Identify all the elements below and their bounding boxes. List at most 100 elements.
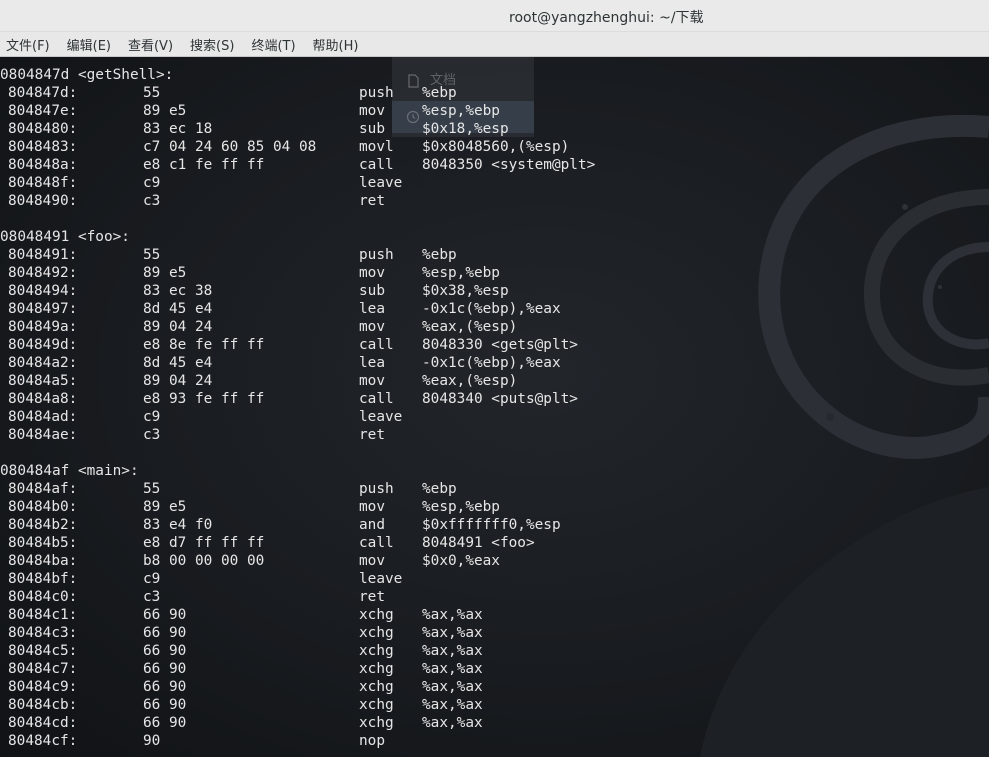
instruction-line: 80484cf: 90 nop xyxy=(0,732,989,750)
instruction-address: 80484ad: xyxy=(8,409,78,425)
instruction-line: 80484a8: e8 93 fe ff ff call 8048340 <puts@… xyxy=(0,390,989,408)
instruction-bytes: 66 90 xyxy=(143,697,187,713)
instruction-address: 80484c5: xyxy=(8,643,78,659)
instruction-mnemonic: and xyxy=(359,517,385,533)
instruction-bytes: e8 d7 ff ff ff xyxy=(143,535,265,551)
instruction-bytes: c3 xyxy=(143,589,161,605)
instruction-bytes: e8 93 fe ff ff xyxy=(143,391,265,407)
instruction-operands: %eax,(%esp) xyxy=(422,319,518,335)
instruction-bytes: 83 ec 18 xyxy=(143,121,213,137)
title-bar[interactable]: root@yangzhenghui: ~/下载 xyxy=(0,0,989,32)
instruction-address: 804848a: xyxy=(8,157,78,173)
instruction-address: 80484c0: xyxy=(8,589,78,605)
instruction-mnemonic: sub xyxy=(359,283,385,299)
instruction-operands: %eax,(%esp) xyxy=(422,373,518,389)
instruction-mnemonic: mov xyxy=(359,499,385,515)
instruction-operands: %ebp xyxy=(422,247,457,263)
instruction-line: 80484ae: c3 ret xyxy=(0,426,989,444)
instruction-operands: %ebp xyxy=(422,481,457,497)
instruction-line: 8048491: 55 push %ebp xyxy=(0,246,989,264)
instruction-mnemonic: xchg xyxy=(359,661,394,677)
instruction-address: 80484cd: xyxy=(8,715,78,731)
instruction-mnemonic: mov xyxy=(359,373,385,389)
instruction-mnemonic: ret xyxy=(359,589,385,605)
instruction-mnemonic: sub xyxy=(359,121,385,137)
instruction-line: 80484a2: 8d 45 e4 lea -0x1c(%ebp),%eax xyxy=(0,354,989,372)
instruction-address: 804849a: xyxy=(8,319,78,335)
menu-file[interactable]: 文件(F) xyxy=(6,35,50,54)
instruction-line: 8048483: c7 04 24 60 85 04 08 movl $0x80485… xyxy=(0,138,989,156)
instruction-address: 8048480: xyxy=(8,121,78,137)
instruction-address: 8048492: xyxy=(8,265,78,281)
instruction-operands: %ax,%ax xyxy=(422,697,483,713)
menu-help[interactable]: 帮助(H) xyxy=(313,35,359,54)
instruction-line: 8048480: 83 ec 18 sub $0x18,%esp xyxy=(0,120,989,138)
menu-search[interactable]: 搜索(S) xyxy=(190,35,234,54)
menu-edit[interactable]: 编辑(E) xyxy=(67,35,111,54)
instruction-address: 80484c1: xyxy=(8,607,78,623)
instruction-line: 80484af: 55 push %ebp xyxy=(0,480,989,498)
instruction-mnemonic: push xyxy=(359,481,394,497)
instruction-address: 80484cf: xyxy=(8,733,78,749)
instruction-bytes: 89 e5 xyxy=(143,265,187,281)
instruction-address: 80484bf: xyxy=(8,571,78,587)
instruction-bytes: e8 8e fe ff ff xyxy=(143,337,265,353)
instruction-mnemonic: xchg xyxy=(359,715,394,731)
instruction-operands: %ax,%ax xyxy=(422,679,483,695)
instruction-operands: 8048330 <gets@plt> xyxy=(422,337,578,353)
instruction-mnemonic: call xyxy=(359,391,394,407)
instruction-mnemonic: leave xyxy=(359,175,403,191)
function-label: 080484af <main>: xyxy=(0,463,139,479)
instruction-mnemonic: ret xyxy=(359,193,385,209)
instruction-mnemonic: mov xyxy=(359,265,385,281)
instruction-bytes: c3 xyxy=(143,427,161,443)
instruction-address: 80484b0: xyxy=(8,499,78,515)
instruction-line: 8048490: c3 ret xyxy=(0,192,989,210)
menu-terminal[interactable]: 终端(T) xyxy=(251,35,295,54)
instruction-bytes: c9 xyxy=(143,571,161,587)
instruction-operands: -0x1c(%ebp),%eax xyxy=(422,355,561,371)
instruction-line: 80484cb: 66 90 xchg %ax,%ax xyxy=(0,696,989,714)
instruction-line: 80484ad: c9 leave xyxy=(0,408,989,426)
instruction-mnemonic: xchg xyxy=(359,643,394,659)
instruction-line: 804847d: 55 push %ebp xyxy=(0,84,989,102)
instruction-address: 80484af: xyxy=(8,481,78,497)
instruction-operands: 8048340 <puts@plt> xyxy=(422,391,578,407)
instruction-mnemonic: leave xyxy=(359,409,403,425)
instruction-line: 80484c5: 66 90 xchg %ax,%ax xyxy=(0,642,989,660)
instruction-address: 8048497: xyxy=(8,301,78,317)
instruction-line: 804847e: 89 e5 mov %esp,%ebp xyxy=(0,102,989,120)
instruction-mnemonic: call xyxy=(359,157,394,173)
instruction-bytes: 90 xyxy=(143,733,161,749)
instruction-mnemonic: mov xyxy=(359,553,385,569)
instruction-operands: -0x1c(%ebp),%eax xyxy=(422,301,561,317)
instruction-address: 80484c7: xyxy=(8,661,78,677)
instruction-line: 80484c3: 66 90 xchg %ax,%ax xyxy=(0,624,989,642)
instruction-operands: $0x38,%esp xyxy=(422,283,509,299)
instruction-bytes: 66 90 xyxy=(143,661,187,677)
instruction-line: 804848a: e8 c1 fe ff ff call 8048350 <syste… xyxy=(0,156,989,174)
terminal-window: root@yangzhenghui: ~/下载 文件(F) 编辑(E) 查看(V… xyxy=(0,0,989,757)
instruction-operands: $0x8048560,(%esp) xyxy=(422,139,570,155)
instruction-line: 80484a5: 89 04 24 mov %eax,(%esp) xyxy=(0,372,989,390)
instruction-mnemonic: call xyxy=(359,535,394,551)
function-label-line: 08048491 <foo>: xyxy=(0,228,989,246)
instruction-mnemonic: lea xyxy=(359,301,385,317)
instruction-address: 80484cb: xyxy=(8,697,78,713)
instruction-bytes: 89 04 24 xyxy=(143,319,213,335)
instruction-bytes: 83 ec 38 xyxy=(143,283,213,299)
instruction-operands: %ax,%ax xyxy=(422,661,483,677)
instruction-address: 80484c9: xyxy=(8,679,78,695)
terminal-output[interactable]: 文档 0804847d <getShell>: 804847d: 55 push %eb… xyxy=(0,57,989,757)
instruction-line: 8048497: 8d 45 e4 lea -0x1c(%ebp),%eax xyxy=(0,300,989,318)
instruction-bytes: 83 e4 f0 xyxy=(143,517,213,533)
instruction-address: 80484ae: xyxy=(8,427,78,443)
instruction-bytes: 89 e5 xyxy=(143,103,187,119)
menu-view[interactable]: 查看(V) xyxy=(128,35,173,54)
instruction-operands: $0xfffffff0,%esp xyxy=(422,517,561,533)
instruction-mnemonic: push xyxy=(359,85,394,101)
instruction-operands: 8048350 <system@plt> xyxy=(422,157,596,173)
instruction-line: 8048492: 89 e5 mov %esp,%ebp xyxy=(0,264,989,282)
instruction-bytes: 8d 45 e4 xyxy=(143,301,213,317)
